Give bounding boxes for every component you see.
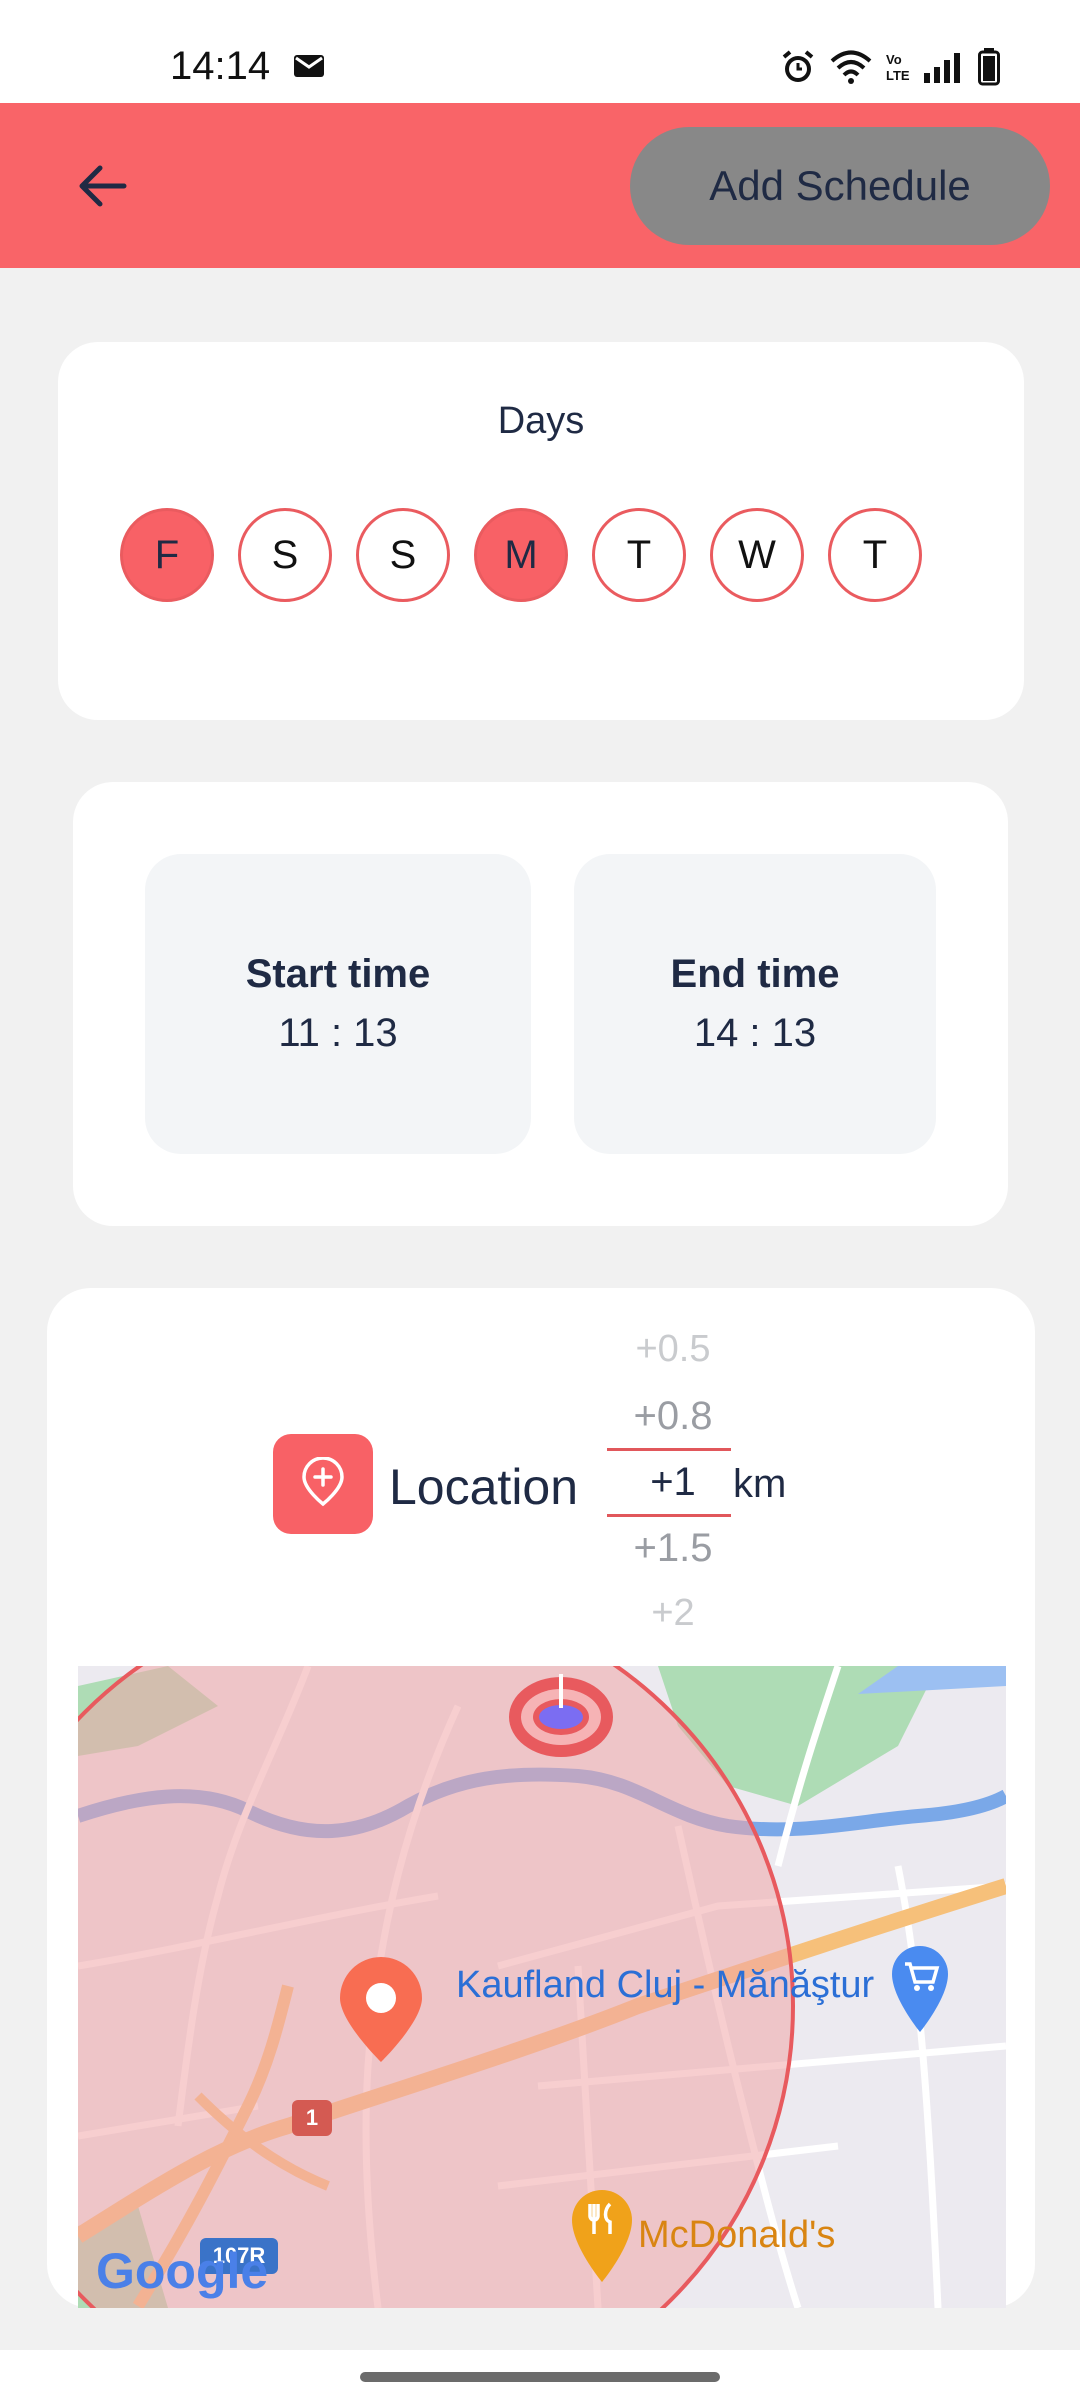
add-location-button[interactable] (273, 1434, 373, 1534)
arrow-left-icon (74, 162, 130, 215)
home-indicator[interactable] (360, 2372, 720, 2382)
time-card: Start time 11 : 13 End time 14 : 13 (73, 782, 1008, 1226)
day-monday[interactable]: M (474, 508, 568, 602)
road-label: 1 (305, 2105, 319, 2130)
days-title: Days (497, 400, 585, 442)
day-tuesday[interactable]: T (592, 508, 686, 602)
location-label: Location (389, 1459, 579, 1515)
wifi-icon (830, 50, 872, 89)
shopping-cart-icon (890, 1944, 950, 2039)
stadium-icon (506, 1674, 616, 1765)
map-marker-icon (336, 1956, 426, 2071)
map-place-kaufland[interactable]: Kaufland Cluj - Mănăştur (456, 1964, 874, 2007)
start-time-label: Start time (245, 952, 431, 996)
day-sunday[interactable]: S (356, 508, 450, 602)
app-bar: Add Schedule (0, 103, 1080, 268)
alarm-icon (780, 49, 816, 90)
back-button[interactable] (62, 153, 142, 223)
picker-divider (607, 1448, 731, 1451)
svg-text:Vo: Vo (886, 52, 902, 67)
add-schedule-button[interactable]: Add Schedule (630, 127, 1050, 245)
location-card: Location +0.5 +0.8 +1 +1.5 +2 km Kauflan… (47, 1288, 1035, 2308)
day-wednesday[interactable]: W (710, 508, 804, 602)
radius-option[interactable]: +0.8 (607, 1394, 739, 1439)
days-selector: F S S M T W T (120, 508, 922, 602)
map-view[interactable]: Kaufland Cluj - Mănăştur McDonald's 1 10… (78, 1666, 1006, 2308)
radius-unit-label: km (733, 1462, 787, 1506)
day-thursday[interactable]: T (828, 508, 922, 602)
battery-icon (978, 48, 1000, 91)
road-shield-1: 1 (292, 2100, 332, 2136)
day-friday[interactable]: F (120, 508, 214, 602)
days-card: Days F S S M T W T (58, 342, 1024, 720)
status-icons: Vo LTE (780, 48, 1000, 91)
status-bar: 14:14 Vo LTE (0, 0, 1080, 103)
end-time-value: 14 : 13 (693, 1011, 817, 1055)
radius-option-selected[interactable]: +1 (607, 1460, 739, 1505)
start-time-button[interactable]: Start time 11 : 13 (145, 854, 531, 1154)
map-place-mcdonalds[interactable]: McDonald's (638, 2214, 835, 2257)
picker-divider (607, 1514, 731, 1517)
google-logo: Google (96, 2243, 269, 2299)
end-time-label: End time (670, 952, 840, 996)
radius-option[interactable]: +1.5 (607, 1526, 739, 1571)
restaurant-icon (570, 2188, 634, 2289)
signal-icon (924, 51, 964, 88)
radius-option[interactable]: +2 (607, 1592, 739, 1635)
mail-icon (294, 55, 324, 82)
end-time-button[interactable]: End time 14 : 13 (574, 854, 936, 1154)
day-saturday[interactable]: S (238, 508, 332, 602)
volte-icon: Vo LTE (886, 50, 910, 89)
status-time: 14:14 (170, 44, 271, 88)
radius-option[interactable]: +0.5 (607, 1328, 739, 1371)
location-pin-plus-icon (300, 1455, 346, 1512)
svg-text:LTE: LTE (886, 68, 910, 83)
start-time-value: 11 : 13 (278, 1011, 398, 1055)
